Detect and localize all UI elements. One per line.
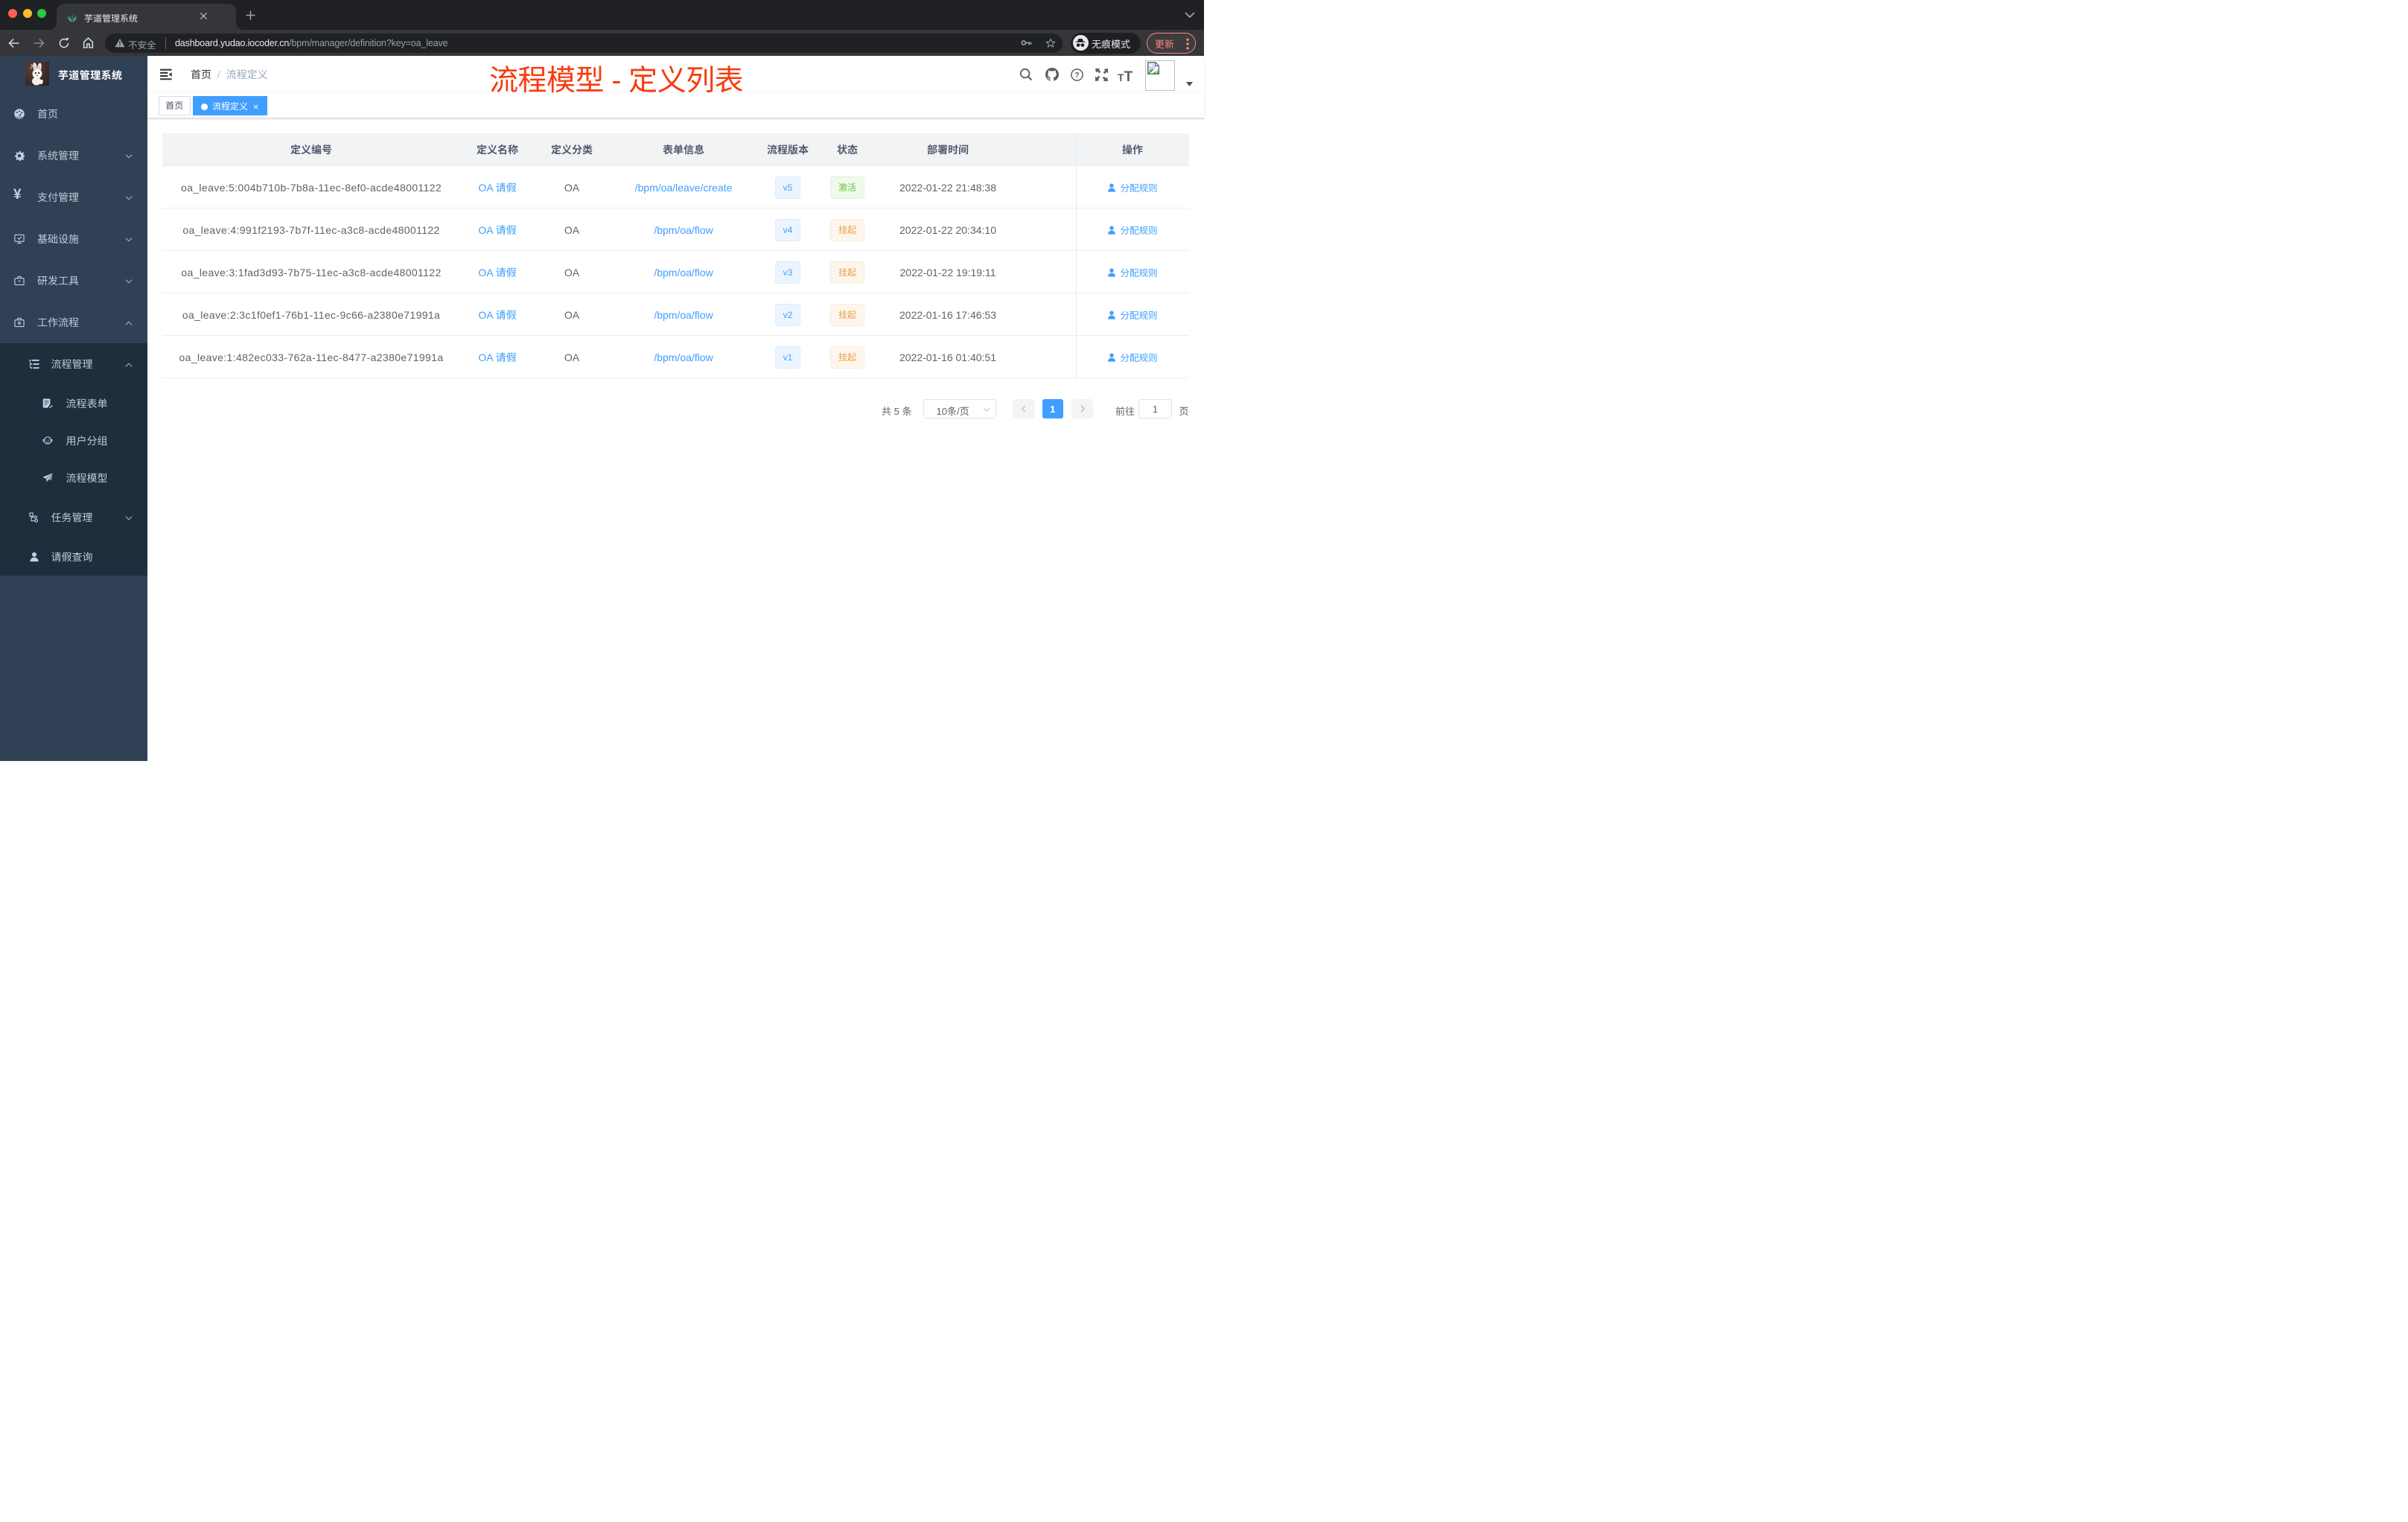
svg-text:?: ? [1074, 71, 1079, 80]
